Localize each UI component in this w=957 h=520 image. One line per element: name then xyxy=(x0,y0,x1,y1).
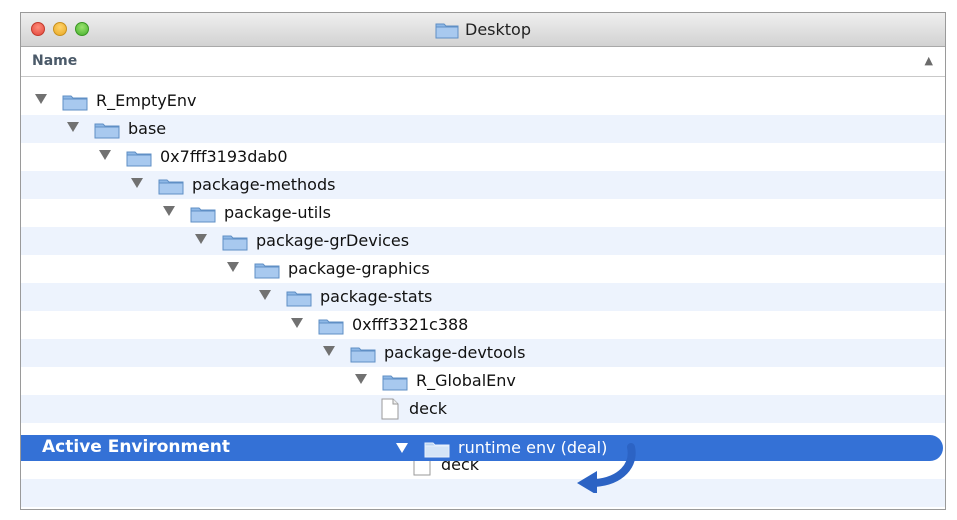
folder-icon xyxy=(126,149,152,171)
list-item[interactable]: package-utils xyxy=(21,199,945,227)
finder-window: Desktop Name ▲ R_EmptyEnvbase 0x7fff3193d… xyxy=(20,12,946,510)
list-item[interactable]: R_GlobalEnv xyxy=(21,367,945,395)
folder-icon xyxy=(286,289,312,311)
folder-icon xyxy=(190,205,216,227)
sort-ascending-icon[interactable]: ▲ xyxy=(925,54,933,67)
item-label: 0x7fff3193dab0 xyxy=(160,147,288,166)
list-item[interactable]: base xyxy=(21,115,945,143)
disclosure-triangle-icon[interactable] xyxy=(259,290,271,300)
disclosure-triangle-icon[interactable] xyxy=(323,346,335,356)
item-label: deck xyxy=(409,399,448,418)
empty-row xyxy=(21,479,945,507)
list-item[interactable]: package-stats xyxy=(21,283,945,311)
folder-icon xyxy=(382,373,408,395)
folder-icon xyxy=(435,23,459,38)
item-label: package-graphics xyxy=(288,259,430,278)
disclosure-triangle-icon[interactable] xyxy=(99,150,111,160)
list-item[interactable]: package-methods xyxy=(21,171,945,199)
list-item[interactable]: deck xyxy=(21,395,945,423)
column-header[interactable]: Name ▲ xyxy=(21,47,945,77)
list-item[interactable]: package-devtools xyxy=(21,339,945,367)
document-icon xyxy=(381,398,399,424)
item-label: package-stats xyxy=(320,287,433,306)
item-label: R_EmptyEnv xyxy=(96,91,197,110)
item-label: package-grDevices xyxy=(256,231,410,250)
item-label: R_GlobalEnv xyxy=(416,371,516,390)
name-column-header[interactable]: Name xyxy=(32,53,77,69)
list-item[interactable]: package-graphics xyxy=(21,255,945,283)
disclosure-triangle-icon[interactable] xyxy=(131,178,143,188)
disclosure-triangle-icon[interactable] xyxy=(227,262,239,272)
folder-icon xyxy=(62,93,88,115)
list-item[interactable]: 0x7fff3193dab0 xyxy=(21,143,945,171)
folder-icon xyxy=(158,177,184,199)
folder-icon xyxy=(350,345,376,367)
disclosure-triangle-icon[interactable] xyxy=(291,318,303,328)
item-label: package-devtools xyxy=(384,343,526,362)
item-label: base xyxy=(128,119,167,138)
curved-arrow-icon xyxy=(577,443,636,493)
folder-icon xyxy=(222,233,248,255)
window-title: Desktop xyxy=(21,20,945,39)
item-label: package-utils xyxy=(224,203,331,222)
folder-icon xyxy=(254,261,280,283)
list-item[interactable]: 0xfff3321c388 xyxy=(21,311,945,339)
item-label: 0xfff3321c388 xyxy=(352,315,469,334)
active-environment-label: Active Environment xyxy=(42,437,230,457)
title-bar[interactable]: Desktop xyxy=(21,13,945,47)
disclosure-triangle-icon[interactable] xyxy=(67,122,79,132)
folder-icon xyxy=(424,442,450,458)
window-title-text: Desktop xyxy=(465,20,531,39)
list-item[interactable]: package-grDevices xyxy=(21,227,945,255)
list-item[interactable]: R_EmptyEnv xyxy=(21,87,945,115)
disclosure-triangle-icon[interactable] xyxy=(195,234,207,244)
folder-icon xyxy=(94,121,120,143)
disclosure-triangle-icon[interactable] xyxy=(163,206,175,216)
folder-icon xyxy=(318,317,344,339)
disclosure-triangle-icon[interactable] xyxy=(396,443,408,453)
disclosure-triangle-icon[interactable] xyxy=(355,374,367,384)
selected-row[interactable]: Active Environment runtime env (deal) xyxy=(21,435,943,461)
item-label: package-methods xyxy=(192,175,336,194)
disclosure-triangle-icon[interactable] xyxy=(35,94,47,104)
